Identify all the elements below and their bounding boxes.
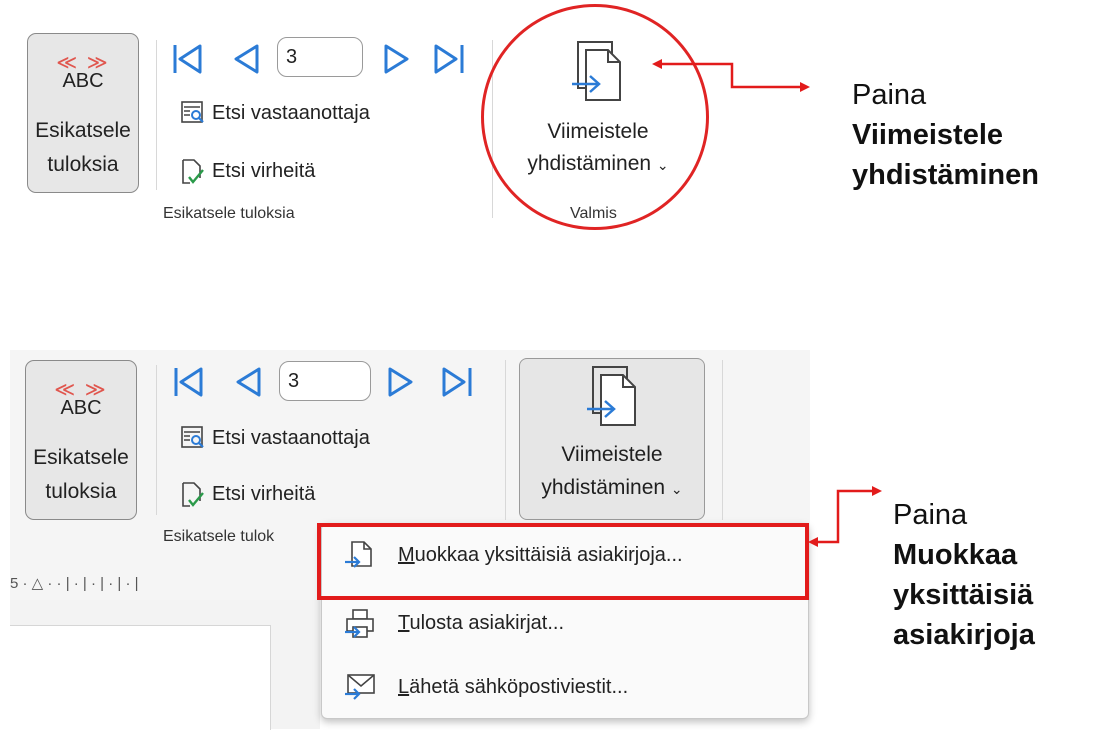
find-errors-label: Etsi virheitä: [212, 159, 316, 182]
find-recipient-icon: [180, 100, 206, 126]
ruler: 5 · △ · · | · | · | · | · |: [10, 575, 139, 592]
find-recipient-icon: [180, 425, 206, 451]
find-recipient-label: Etsi vastaanottaja: [212, 101, 370, 124]
record-number-field[interactable]: 3: [279, 361, 371, 401]
print-icon: [344, 608, 374, 638]
next-record-icon[interactable]: [386, 365, 416, 404]
annotation-arrow-top: [652, 55, 812, 100]
highlight-rectangle: [317, 523, 809, 600]
record-number-field[interactable]: 3: [277, 37, 363, 77]
finish-merge-button[interactable]: Viimeistele yhdistäminen ⌄: [519, 358, 705, 520]
document-page: [10, 625, 271, 730]
preview-button-label: Esikatsele tuloksia: [35, 119, 131, 176]
separator: [156, 365, 157, 515]
group-label-preview: Esikatsele tulok: [163, 528, 275, 545]
find-errors-button[interactable]: Etsi virheitä: [180, 481, 315, 507]
separator: [156, 40, 157, 190]
finish-merge-label-2: yhdistäminen ⌄: [541, 476, 683, 499]
first-record-icon[interactable]: [173, 365, 205, 404]
previous-record-icon[interactable]: [233, 365, 263, 404]
preview-results-button[interactable]: ≪ ≫ ABC Esikatsele tuloksia: [25, 360, 137, 520]
last-record-icon[interactable]: [432, 42, 466, 81]
callout-bottom: Paina Muokkaa yksittäisiä asiakirjoja: [893, 499, 1035, 651]
email-icon: [344, 672, 375, 702]
group-label-preview: Esikatsele tuloksia: [163, 205, 295, 222]
separator: [505, 360, 506, 520]
find-errors-button[interactable]: Etsi virheitä: [180, 158, 315, 184]
highlight-circle: [481, 4, 709, 230]
first-record-icon[interactable]: [172, 42, 204, 81]
finish-merge-label-1: Viimeistele: [561, 443, 663, 466]
find-errors-label: Etsi virheitä: [212, 482, 316, 505]
abc-label: ABC: [60, 397, 102, 419]
menu-item-send-email[interactable]: Lähetä sähköpostiviestit...: [344, 672, 628, 702]
next-record-icon[interactable]: [382, 42, 412, 81]
last-record-icon[interactable]: [440, 365, 474, 404]
preview-results-button[interactable]: ≪ ≫ ABC Esikatsele tuloksia: [27, 33, 139, 193]
menu-item-print-documents[interactable]: Tulosta asiakirjat...: [344, 608, 564, 638]
find-errors-icon: [180, 481, 206, 507]
abc-label: ABC: [62, 70, 104, 92]
find-errors-icon: [180, 158, 206, 184]
annotation-arrow-bottom: [808, 478, 882, 553]
separator: [722, 360, 723, 520]
finish-merge-icon: [583, 365, 643, 438]
find-recipient-button[interactable]: Etsi vastaanottaja: [180, 100, 370, 126]
find-recipient-button[interactable]: Etsi vastaanottaja: [180, 425, 370, 451]
callout-top: Paina Viimeistele yhdistäminen: [852, 79, 1039, 191]
find-recipient-label: Etsi vastaanottaja: [212, 426, 370, 449]
preview-button-label: Esikatsele tuloksia: [33, 446, 129, 503]
previous-record-icon[interactable]: [231, 42, 261, 81]
